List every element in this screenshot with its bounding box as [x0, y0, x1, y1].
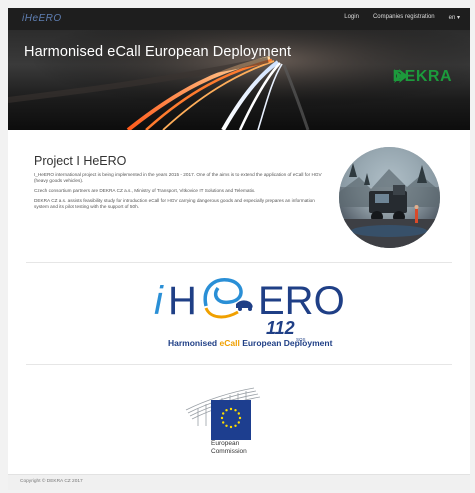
- companies-registration-link[interactable]: Companies registration: [373, 14, 435, 21]
- top-navigation-bar: iHeERO Login Companies registration en ▾: [8, 8, 470, 30]
- european-commission-label: European Commission: [211, 440, 247, 455]
- top-nav: Login Companies registration en ▾: [344, 14, 460, 21]
- language-selector[interactable]: en ▾: [449, 14, 460, 21]
- project-paragraph: Czech consortium partners are DEKRA CZ a…: [34, 188, 256, 193]
- section-divider: [26, 364, 452, 365]
- eu-flag: [211, 400, 251, 440]
- section-divider: [26, 262, 452, 263]
- dekra-logo: DEKRA: [393, 68, 452, 86]
- svg-text:H: H: [168, 279, 197, 323]
- svg-text:ERO: ERO: [258, 279, 345, 323]
- page-frame: iHeERO Login Companies registration en ▾: [8, 8, 470, 490]
- site-logo[interactable]: iHeERO: [22, 13, 62, 24]
- project-paragraph: DEKRA CZ a.s. assists feasibility study …: [34, 198, 315, 210]
- copyright-text: Copyright © DEKRA CZ 2017: [20, 479, 83, 484]
- project-title: Project I HeERO: [34, 154, 127, 168]
- svg-text:i: i: [154, 279, 164, 323]
- dekra-arrow-icon: [393, 69, 408, 83]
- hero-title: Harmonised eCall European Deployment: [24, 44, 292, 60]
- iheero-tagline: Harmonised eCall European Deployment: [168, 338, 333, 348]
- svg-text:112: 112: [266, 318, 295, 338]
- truck-photo: [339, 147, 440, 248]
- login-link[interactable]: Login: [344, 14, 359, 21]
- hero-banner: Harmonised eCall European Deployment DEK…: [8, 30, 470, 130]
- footer: Copyright © DEKRA CZ 2017: [8, 474, 470, 490]
- project-paragraph: I_HeERO international project is being i…: [34, 172, 322, 184]
